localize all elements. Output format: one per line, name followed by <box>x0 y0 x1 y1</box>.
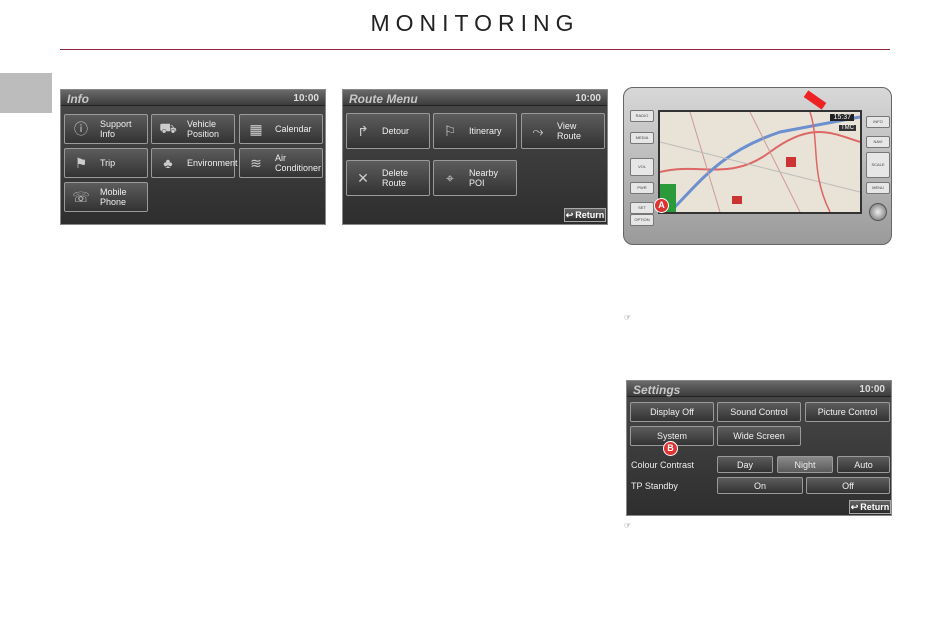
route-return-button[interactable]: ↩ Return <box>564 208 606 222</box>
sound-control-label: Sound Control <box>730 407 788 417</box>
key-scale[interactable]: SCALE <box>866 152 890 178</box>
info-icon: ⓘ <box>74 121 88 137</box>
nearby-poi-button[interactable]: ⌖ Nearby POI <box>433 160 517 196</box>
detour-icon: ↱ <box>357 122 369 139</box>
key-media[interactable]: MEDIA <box>630 132 654 144</box>
note-pointer-icon: ☞ <box>624 313 632 322</box>
display-off-button[interactable]: Display Off <box>630 402 714 422</box>
mobile-phone-button[interactable]: ☏ Mobile Phone <box>64 182 148 212</box>
route-return-label: Return <box>575 210 605 220</box>
settings-return-arrow-icon: ↩ <box>850 501 859 512</box>
calendar-label: Calendar <box>275 124 312 134</box>
tp-on-label: On <box>753 480 766 491</box>
picture-control-label: Picture Control <box>817 407 878 417</box>
key-info[interactable]: INFO <box>866 116 890 128</box>
contrast-auto-button[interactable]: Auto <box>837 456 890 473</box>
view-route-icon: ⤳ <box>532 122 544 139</box>
settings-return-button[interactable]: ↩ Return <box>849 500 891 514</box>
tmc-badge: TMC <box>839 125 856 131</box>
display-off-label: Display Off <box>650 407 694 417</box>
picture-control-button[interactable]: Picture Control <box>805 402 890 422</box>
info-screen-title: Info <box>67 92 89 106</box>
trip-button[interactable]: ⚑ Trip <box>64 148 148 178</box>
key-vol[interactable]: VOL <box>630 158 654 176</box>
key-radio[interactable]: RADIO <box>630 110 654 122</box>
key-option[interactable]: OPTION <box>630 214 654 226</box>
itinerary-icon: ⚐ <box>443 122 457 139</box>
wide-screen-button[interactable]: Wide Screen <box>717 426 801 446</box>
itinerary-button[interactable]: ⚐ Itinerary <box>433 113 517 149</box>
settings-return-label: Return <box>860 502 890 512</box>
trip-label: Trip <box>100 158 116 168</box>
info-screen: Info 10:00 ⓘ Support Info ⛟ Vehicle Posi… <box>60 89 326 225</box>
view-route-button[interactable]: ⤳ View Route <box>521 113 605 149</box>
route-screen-title: Route Menu <box>349 92 418 106</box>
vehicle-position-label: Vehicle Position <box>187 119 220 139</box>
sound-control-button[interactable]: Sound Control <box>717 402 801 422</box>
tp-on-button[interactable]: On <box>717 477 803 494</box>
air-conditioner-button[interactable]: ≋ Air Conditioner <box>239 148 323 178</box>
environment-button[interactable]: ♣ Environment <box>151 148 238 178</box>
title-rule <box>60 49 890 50</box>
trip-icon: ⚑ <box>74 154 88 171</box>
support-info-button[interactable]: ⓘ Support Info <box>64 114 148 144</box>
section-tab <box>0 73 52 113</box>
support-info-label: Support Info <box>100 119 132 139</box>
page-title: MONITORING <box>370 10 580 36</box>
navigation-unit: RADIO MEDIA VOL PWR SET OPTION INFO NAVI… <box>623 87 892 245</box>
contrast-night-label: Night <box>794 459 816 470</box>
info-title-bar <box>61 90 325 106</box>
calendar-button[interactable]: ▦ Calendar <box>239 114 323 144</box>
delete-route-label: Delete Route <box>382 168 409 188</box>
detour-label: Detour <box>382 126 410 136</box>
tp-standby-label: TP Standby <box>631 481 678 491</box>
route-screen-time: 10:00 <box>575 93 601 104</box>
key-menu[interactable]: MENU <box>866 182 890 194</box>
vehicle-position-button[interactable]: ⛟ Vehicle Position <box>151 114 235 144</box>
environment-icon: ♣ <box>163 155 173 171</box>
contrast-auto-label: Auto <box>854 459 873 470</box>
system-label: System <box>656 431 687 441</box>
detour-button[interactable]: ↱ Detour <box>346 113 430 149</box>
itinerary-label: Itinerary <box>469 126 502 136</box>
key-pwr[interactable]: PWR <box>630 182 654 194</box>
air-conditioner-label: Air Conditioner <box>275 153 322 173</box>
colour-contrast-label: Colour Contrast <box>631 460 695 470</box>
environment-label: Environment <box>187 158 238 168</box>
nearby-poi-label: Nearby POI <box>469 168 499 188</box>
contrast-night-button[interactable]: Night <box>777 456 833 473</box>
marker-b: B <box>663 441 678 456</box>
nearby-poi-icon: ⌖ <box>446 169 454 186</box>
note-pointer-icon-2: ☞ <box>624 521 632 530</box>
settings-screen: Settings 10:00 Display Off Sound Control… <box>626 380 892 516</box>
clock-display: 15:37 <box>830 114 854 121</box>
info-screen-time: 10:00 <box>293 93 319 104</box>
car-position-icon: ⛟ <box>159 119 177 136</box>
map-roads <box>660 112 860 212</box>
mobile-phone-icon: ☏ <box>72 188 90 205</box>
air-conditioner-icon: ≋ <box>250 154 262 171</box>
tp-off-button[interactable]: Off <box>806 477 890 494</box>
delete-route-button[interactable]: ✕ Delete Route <box>346 160 430 196</box>
key-navi[interactable]: NAVI <box>866 136 890 148</box>
red-arrow-icon <box>803 90 827 110</box>
wide-screen-label: Wide Screen <box>733 431 785 441</box>
route-menu-screen: Route Menu 10:00 ↱ Detour ⚐ Itinerary ⤳ … <box>342 89 608 225</box>
marker-a: A <box>654 198 669 213</box>
mobile-phone-label: Mobile Phone <box>100 187 127 207</box>
contrast-day-label: Day <box>736 459 753 470</box>
settings-screen-time: 10:00 <box>859 384 885 395</box>
return-arrow-icon: ↩ <box>565 209 574 220</box>
knob[interactable] <box>869 203 887 221</box>
key-set[interactable]: SET <box>630 202 654 214</box>
view-route-label: View Route <box>557 121 582 141</box>
settings-screen-title: Settings <box>633 383 681 397</box>
contrast-day-button[interactable]: Day <box>717 456 773 473</box>
delete-route-icon: ✕ <box>357 169 369 186</box>
navigation-map: 15:37 TMC <box>658 110 862 214</box>
tp-off-label: Off <box>842 480 854 491</box>
calendar-icon: ▦ <box>249 120 263 137</box>
